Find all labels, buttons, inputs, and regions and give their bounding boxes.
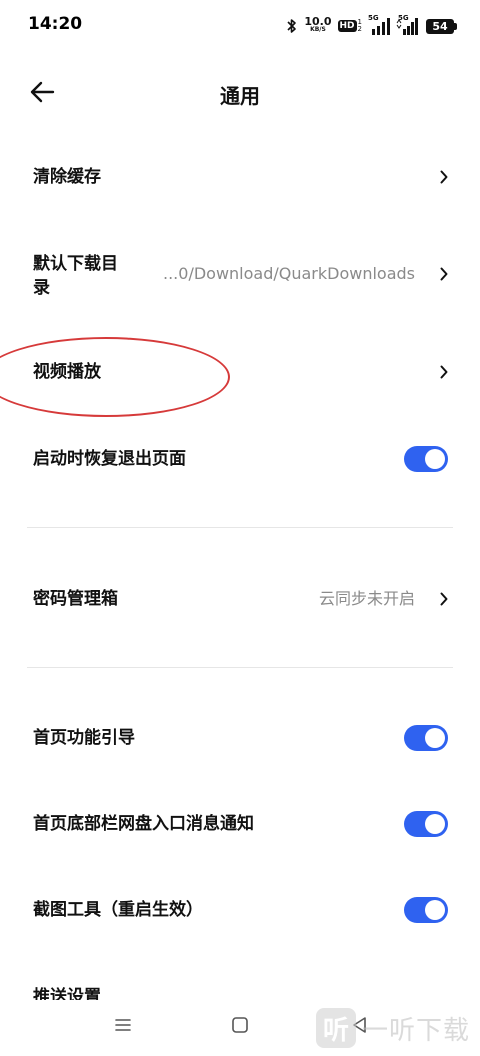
home-guide-toggle[interactable] xyxy=(404,725,448,751)
hd-sub-bottom: 2 xyxy=(357,25,362,33)
toggle-knob xyxy=(425,449,445,469)
page-title: 通用 xyxy=(220,84,260,108)
screenshot-tool-label: 截图工具（重启生效） xyxy=(33,900,203,920)
download-directory-label: 默认下载目 录 xyxy=(33,252,118,300)
restore-pages-toggle[interactable] xyxy=(404,446,448,472)
home-guide-row: 首页功能引导 xyxy=(0,711,480,767)
netdisk-notice-row: 首页底部栏网盘入口消息通知 xyxy=(0,797,480,853)
restore-pages-label: 启动时恢复退出页面 xyxy=(33,449,186,469)
status-icons: 10.0 KB/S HD 1 2 5G 5G 54 xyxy=(286,12,457,40)
network-speed: 10.0 KB/S xyxy=(304,15,332,34)
watermark-logo: 听 xyxy=(315,1008,356,1048)
system-nav-bar: 听 一听下载 xyxy=(0,1000,480,1056)
square-icon xyxy=(231,1016,249,1038)
home-button[interactable] xyxy=(228,1016,252,1038)
divider xyxy=(27,667,453,668)
battery-icon: 54 xyxy=(426,18,457,34)
toggle-knob xyxy=(425,900,445,920)
watermark: 听 一听下载 xyxy=(315,1008,470,1048)
battery-level: 54 xyxy=(432,19,448,33)
password-box-label: 密码管理箱 xyxy=(33,589,118,609)
chevron-right-icon xyxy=(438,591,450,607)
chevron-right-icon xyxy=(438,169,450,185)
menu-icon xyxy=(114,1017,132,1037)
hd-indicator: HD 1 2 xyxy=(337,19,362,33)
chevron-right-icon xyxy=(438,266,450,282)
header: 通用 xyxy=(0,64,480,124)
download-directory-label-line1: 默认下载目 xyxy=(33,254,118,274)
clear-cache-label: 清除缓存 xyxy=(33,167,101,187)
signal-type-label: 5G xyxy=(398,14,409,22)
signal-type-label: 5G xyxy=(368,14,379,22)
signal-icon: 5G xyxy=(368,14,390,35)
network-speed-unit: KB/S xyxy=(310,26,326,33)
screenshot-tool-toggle[interactable] xyxy=(404,897,448,923)
password-box-status: 云同步未开启 xyxy=(318,589,415,608)
download-directory-label-line2: 录 xyxy=(33,278,50,298)
video-playback-row[interactable]: 视频播放 xyxy=(0,345,480,401)
home-guide-label: 首页功能引导 xyxy=(33,728,135,748)
netdisk-notice-toggle[interactable] xyxy=(404,811,448,837)
netdisk-notice-label: 首页底部栏网盘入口消息通知 xyxy=(33,814,254,834)
toggle-knob xyxy=(425,728,445,748)
recent-apps-button[interactable] xyxy=(111,1016,135,1038)
bluetooth-icon xyxy=(286,18,298,34)
toggle-knob xyxy=(425,814,445,834)
restore-pages-row: 启动时恢复退出页面 xyxy=(0,432,480,488)
watermark-text: 一听下载 xyxy=(361,1015,470,1046)
signal-icon: 5G xyxy=(396,14,420,35)
hd-badge: HD xyxy=(337,20,357,32)
download-directory-value: ...0/Download/QuarkDownloads xyxy=(163,264,415,283)
network-speed-value: 10.0 xyxy=(304,15,332,28)
video-playback-label: 视频播放 xyxy=(33,362,101,382)
clear-cache-row[interactable]: 清除缓存 xyxy=(0,150,480,206)
password-box-row[interactable]: 密码管理箱 云同步未开启 xyxy=(0,572,480,628)
hd-sim-indicator: 1 2 xyxy=(358,19,362,33)
chevron-right-icon xyxy=(438,364,450,380)
status-bar: 14:20 10.0 KB/S HD 1 2 5G 5G 54 xyxy=(0,0,480,52)
status-time: 14:20 xyxy=(28,14,83,34)
screenshot-tool-row: 截图工具（重启生效） xyxy=(0,883,480,939)
download-directory-row[interactable]: 默认下载目 录 ...0/Download/QuarkDownloads xyxy=(0,240,480,306)
divider xyxy=(27,527,453,528)
